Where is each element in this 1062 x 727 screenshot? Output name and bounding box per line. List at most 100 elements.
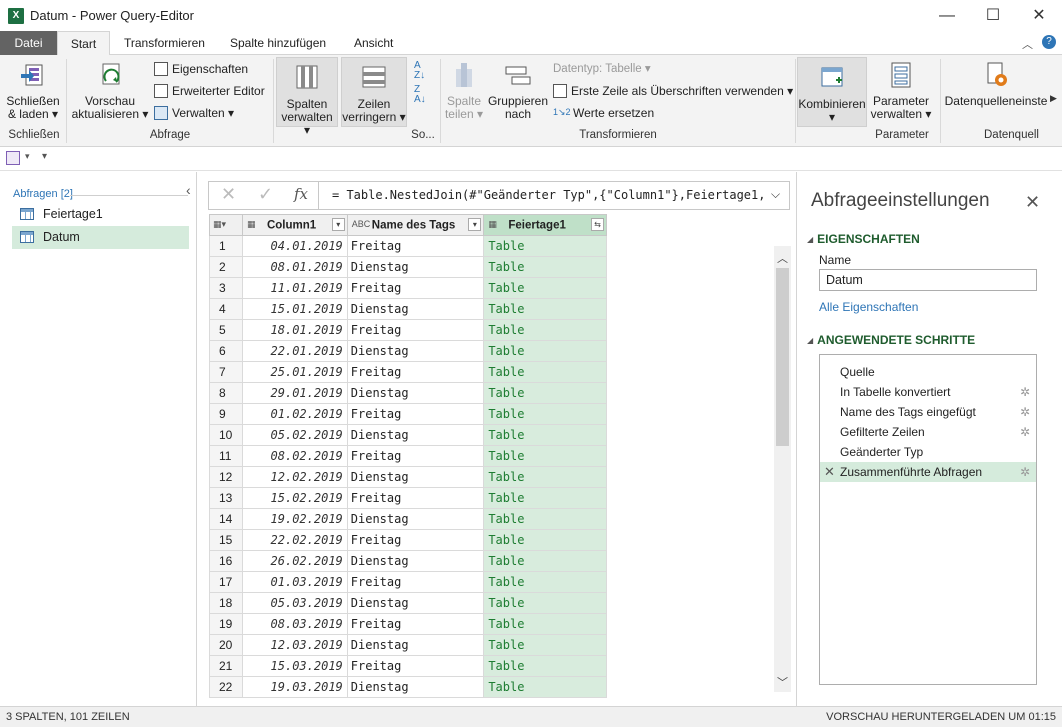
table-row[interactable]: 13 15.02.2019 Freitag Table [209, 487, 607, 509]
cell-name-des-tags[interactable]: Dienstag [346, 466, 485, 488]
table-row[interactable]: 1 04.01.2019 Freitag Table [209, 235, 607, 257]
cell-feiertage1[interactable]: Table [483, 676, 607, 698]
cell-name-des-tags[interactable]: Dienstag [346, 634, 485, 656]
query-item-feiertage1[interactable]: Feiertage1 [12, 203, 189, 226]
cell-name-des-tags[interactable]: Freitag [346, 277, 485, 299]
cell-column1[interactable]: 26.02.2019 [241, 550, 348, 572]
cell-column1[interactable]: 12.03.2019 [241, 634, 348, 656]
table-row[interactable]: 6 22.01.2019 Dienstag Table [209, 340, 607, 362]
cell-feiertage1[interactable]: Table [483, 466, 607, 488]
cell-name-des-tags[interactable]: Dienstag [346, 256, 485, 278]
cell-feiertage1[interactable]: Table [483, 298, 607, 320]
table-row[interactable]: 11 08.02.2019 Freitag Table [209, 445, 607, 467]
table-row[interactable]: 15 22.02.2019 Freitag Table [209, 529, 607, 551]
row-number[interactable]: 12 [209, 466, 243, 488]
combine-button[interactable]: Kombinieren ▾ [797, 57, 867, 127]
applied-step[interactable]: ✕ Zusammenführte Abfragen ✲ [820, 462, 1036, 482]
minimize-button[interactable]: — [924, 0, 970, 31]
table-row[interactable]: 18 05.03.2019 Dienstag Table [209, 592, 607, 614]
expand-formula-icon[interactable]: ⌵ [771, 187, 780, 202]
cell-column1[interactable]: 25.01.2019 [241, 361, 348, 383]
cell-name-des-tags[interactable]: Dienstag [346, 508, 485, 530]
cell-column1[interactable]: 15.01.2019 [241, 298, 348, 320]
cell-name-des-tags[interactable]: Freitag [346, 529, 485, 551]
row-number[interactable]: 15 [209, 529, 243, 551]
row-number[interactable]: 2 [209, 256, 243, 278]
table-row[interactable]: 5 18.01.2019 Freitag Table [209, 319, 607, 341]
cell-feiertage1[interactable]: Table [483, 361, 607, 383]
applied-step[interactable]: Gefilterte Zeilen ✲ [820, 422, 1036, 442]
applied-step[interactable]: Name des Tags eingefügt ✲ [820, 402, 1036, 422]
table-row[interactable]: 9 01.02.2019 Freitag Table [209, 403, 607, 425]
cell-feiertage1[interactable]: Table [483, 256, 607, 278]
table-row[interactable]: 19 08.03.2019 Freitag Table [209, 613, 607, 635]
cell-feiertage1[interactable]: Table [483, 550, 607, 572]
cell-feiertage1[interactable]: Table [483, 529, 607, 551]
cell-column1[interactable]: 04.01.2019 [241, 235, 348, 257]
table-row[interactable]: 16 26.02.2019 Dienstag Table [209, 550, 607, 572]
cell-feiertage1[interactable]: Table [483, 592, 607, 614]
cell-name-des-tags[interactable]: Freitag [346, 571, 485, 593]
delete-step-icon[interactable]: ✕ [824, 462, 835, 482]
row-number[interactable]: 14 [209, 508, 243, 530]
cell-feiertage1[interactable]: Table [483, 445, 607, 467]
all-properties-link[interactable]: Alle Eigenschaften [819, 300, 918, 314]
cell-column1[interactable]: 11.01.2019 [241, 277, 348, 299]
cell-column1[interactable]: 01.02.2019 [241, 403, 348, 425]
query-item-datum[interactable]: Datum [12, 226, 189, 249]
table-row[interactable]: 4 15.01.2019 Dienstag Table [209, 298, 607, 320]
table-row[interactable]: 14 19.02.2019 Dienstag Table [209, 508, 607, 530]
cell-feiertage1[interactable]: Table [483, 571, 607, 593]
row-number[interactable]: 5 [209, 319, 243, 341]
row-number[interactable]: 10 [209, 424, 243, 446]
table-row[interactable]: 10 05.02.2019 Dienstag Table [209, 424, 607, 446]
cell-name-des-tags[interactable]: Dienstag [346, 382, 485, 404]
filter-dropdown-icon[interactable]: ▾ [331, 218, 345, 231]
row-number[interactable]: 9 [209, 403, 243, 425]
row-number[interactable]: 6 [209, 340, 243, 362]
cell-name-des-tags[interactable]: Freitag [346, 655, 485, 677]
cell-feiertage1[interactable]: Table [483, 382, 607, 404]
cell-name-des-tags[interactable]: Freitag [346, 445, 485, 467]
cell-feiertage1[interactable]: Table [483, 424, 607, 446]
reduce-rows-button[interactable]: Zeilen verringern ▾ [341, 57, 407, 127]
cell-name-des-tags[interactable]: Freitag [346, 235, 485, 257]
sort-descending-icon[interactable]: Z A↓ [414, 85, 426, 105]
manage-button[interactable]: Verwalten ▾ [154, 103, 234, 123]
row-number[interactable]: 20 [209, 634, 243, 656]
replace-values-button[interactable]: 1↘2 Werte ersetzen [553, 103, 654, 123]
row-number[interactable]: 18 [209, 592, 243, 614]
cell-column1[interactable]: 19.02.2019 [241, 508, 348, 530]
cell-column1[interactable]: 08.01.2019 [241, 256, 348, 278]
table-menu-button[interactable]: ▦▾ [209, 214, 243, 236]
tab-datei[interactable]: Datei [0, 31, 57, 55]
table-row[interactable]: 17 01.03.2019 Freitag Table [209, 571, 607, 593]
row-number[interactable]: 17 [209, 571, 243, 593]
cell-name-des-tags[interactable]: Dienstag [346, 592, 485, 614]
cell-name-des-tags[interactable]: Dienstag [346, 424, 485, 446]
table-row[interactable]: 8 29.01.2019 Dienstag Table [209, 382, 607, 404]
cell-column1[interactable]: 05.03.2019 [241, 592, 348, 614]
cell-column1[interactable]: 15.03.2019 [241, 655, 348, 677]
row-number[interactable]: 1 [209, 235, 243, 257]
query-name-input[interactable] [819, 269, 1037, 291]
datatype-dropdown[interactable]: Datentyp: Tabelle ▾ [553, 59, 651, 79]
cell-name-des-tags[interactable]: Freitag [346, 613, 485, 635]
cell-name-des-tags[interactable]: Freitag [346, 361, 485, 383]
cell-name-des-tags[interactable]: Freitag [346, 487, 485, 509]
column-header-name-des-tags[interactable]: ABCName des Tags ▾ [346, 214, 485, 236]
tab-transformieren[interactable]: Transformieren [112, 31, 217, 55]
step-settings-gear-icon[interactable]: ✲ [1020, 462, 1030, 482]
tab-spalte-hinzufuegen[interactable]: Spalte hinzufügen [218, 31, 338, 55]
cell-feiertage1[interactable]: Table [483, 277, 607, 299]
step-settings-gear-icon[interactable]: ✲ [1020, 382, 1030, 402]
table-row[interactable]: 2 08.01.2019 Dienstag Table [209, 256, 607, 278]
advanced-editor-button[interactable]: Erweiterter Editor [154, 81, 265, 101]
row-number[interactable]: 7 [209, 361, 243, 383]
cell-column1[interactable]: 18.01.2019 [241, 319, 348, 341]
scroll-up-icon[interactable]: ︿ [777, 250, 788, 266]
collapse-ribbon-icon[interactable]: ︿ [1022, 36, 1033, 52]
cell-name-des-tags[interactable]: Dienstag [346, 340, 485, 362]
table-row[interactable]: 3 11.01.2019 Freitag Table [209, 277, 607, 299]
applied-step[interactable]: Geänderter Typ [820, 442, 1036, 462]
